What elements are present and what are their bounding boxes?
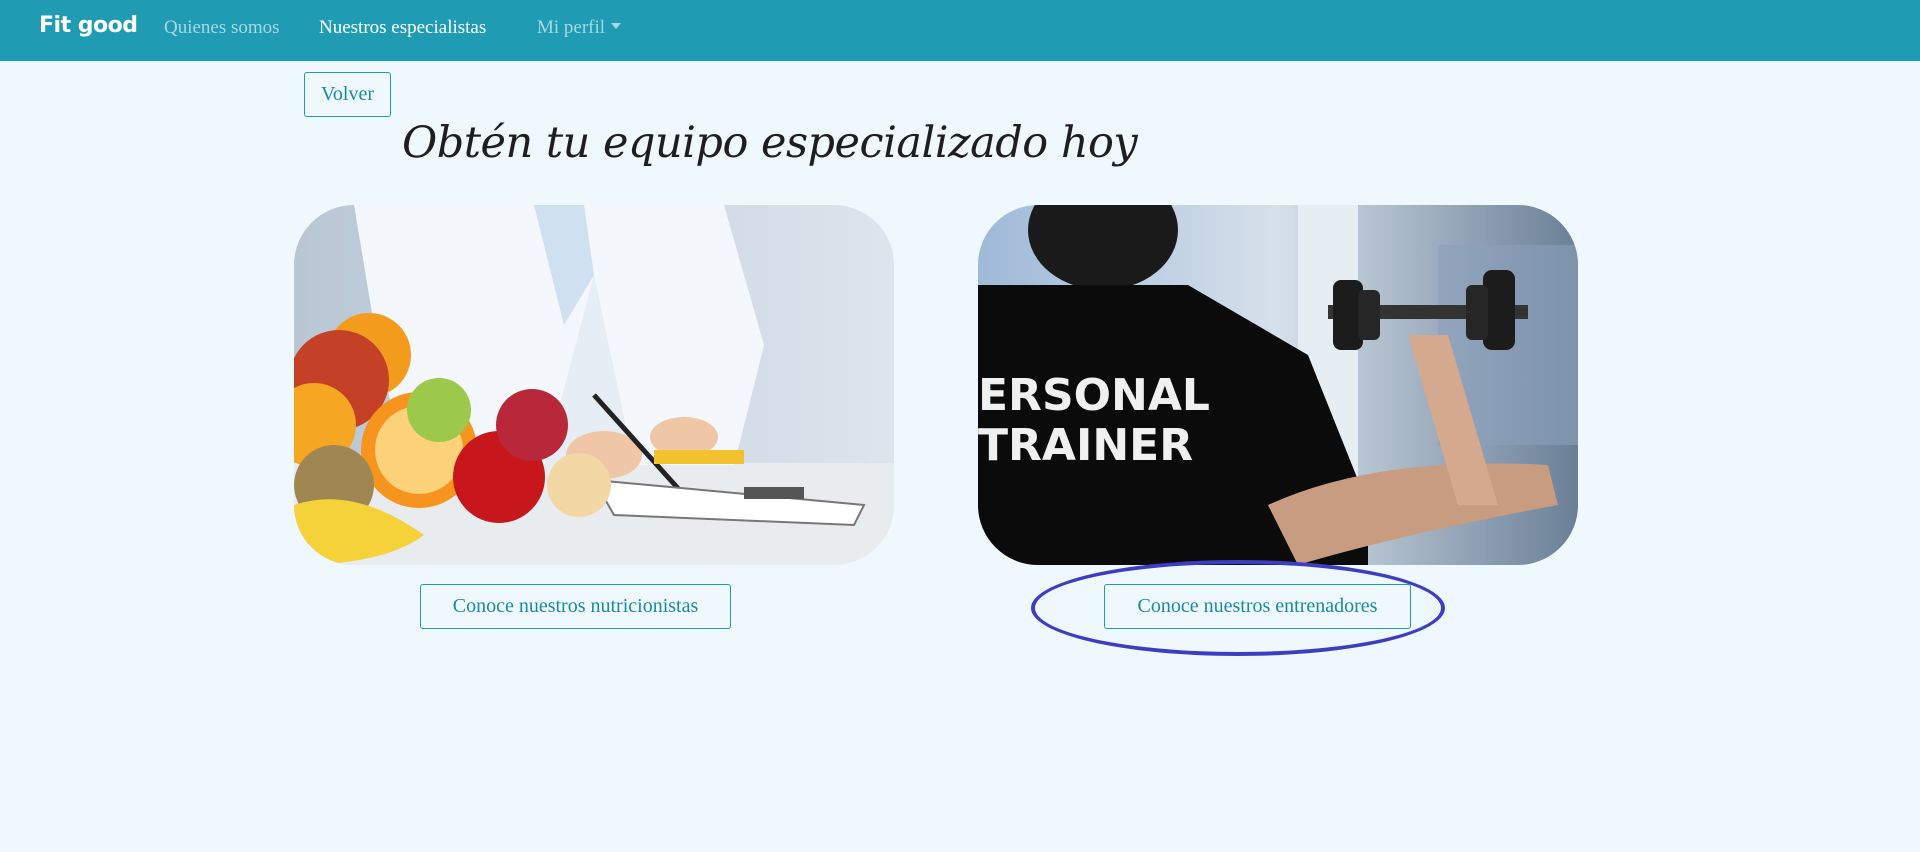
shirt-text-line1: ERSONAL	[978, 370, 1210, 421]
highlight-ellipse	[1031, 560, 1445, 656]
trainer-image: ERSONAL TRAINER	[978, 205, 1578, 565]
back-button[interactable]: Volver	[304, 72, 391, 117]
nutritionist-image	[294, 205, 894, 565]
caret-down-icon	[611, 23, 622, 29]
nutritionist-photo	[294, 205, 894, 565]
personal-trainer-photo: ERSONAL TRAINER	[978, 205, 1578, 565]
nutritionists-button[interactable]: Conoce nuestros nutricionistas	[420, 584, 731, 629]
nav-dropdown-mi-perfil[interactable]: Mi perfil	[537, 17, 622, 39]
nav-dropdown-label: Mi perfil	[537, 17, 606, 38]
page-title: Obtén tu equipo especializado hoy	[402, 118, 1138, 168]
shirt-text-line2: TRAINER	[978, 420, 1193, 471]
brand-logo[interactable]: Fit good	[39, 13, 138, 38]
nav-link-quienes-somos[interactable]: Quienes somos	[164, 17, 280, 39]
navbar: Fit good Quienes somos Nuestros especial…	[0, 0, 1920, 61]
nav-link-nuestros-especialistas[interactable]: Nuestros especialistas	[319, 17, 486, 39]
